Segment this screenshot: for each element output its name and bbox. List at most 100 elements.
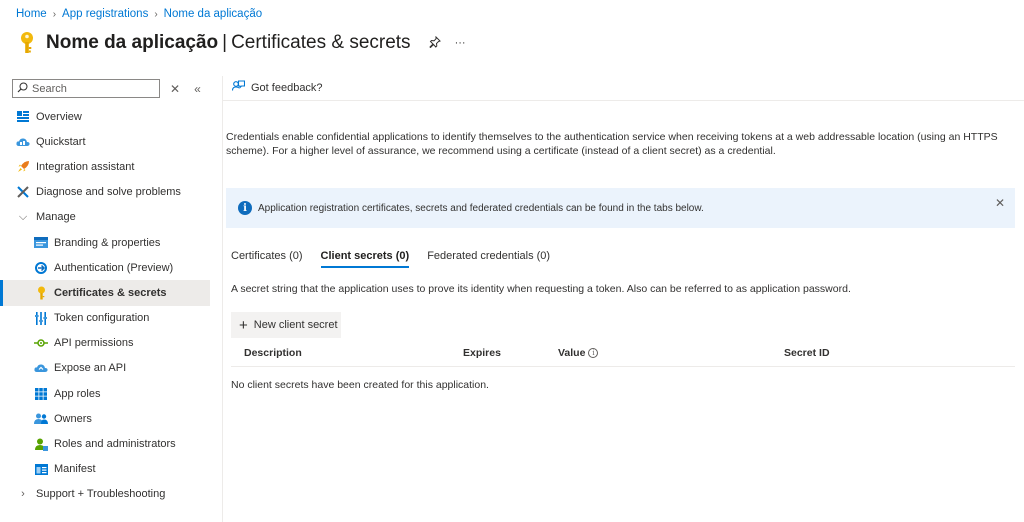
chevron-right-icon: › (52, 8, 57, 20)
sidebar-item-app-roles[interactable]: App roles (0, 381, 210, 406)
sidebar-item-label: Certificates & secrets (54, 286, 167, 299)
more-options-icon[interactable]: ··· (455, 37, 466, 49)
tab-client-secrets[interactable]: Client secrets (0) (320, 250, 410, 268)
info-banner: i Application registration certificates,… (226, 188, 1015, 228)
search-input[interactable] (32, 82, 152, 95)
cloud-icon (34, 361, 48, 375)
new-client-secret-button[interactable]: + New client secret (231, 312, 341, 338)
sidebar-item-api-permissions[interactable]: API permissions (0, 331, 210, 356)
sidebar-item-label: Roles and administrators (54, 438, 176, 451)
title-actions: ··· (428, 35, 466, 51)
breadcrumb-app-name[interactable]: Nome da aplicação (164, 8, 262, 20)
feedback-button[interactable]: Got feedback? (231, 80, 323, 96)
feedback-icon (231, 80, 246, 96)
sidebar-item-label: Diagnose and solve problems (36, 186, 181, 199)
sidebar-item-label: Integration assistant (36, 160, 135, 173)
info-icon[interactable]: i (588, 348, 599, 358)
sidebar-search-row: ✕ « (12, 79, 201, 98)
tab-certificates[interactable]: Certificates (0) (231, 250, 303, 268)
column-secret-id: Secret ID (784, 347, 830, 359)
sidebar-item-authentication[interactable]: Authentication (Preview) (0, 255, 210, 280)
sidebar-group-manage[interactable]: ⌵ Manage (0, 205, 210, 230)
column-label: Value (558, 347, 586, 359)
sidebar-item-label: Expose an API (54, 362, 127, 375)
key-icon (16, 30, 38, 56)
column-description: Description (244, 347, 302, 359)
overview-icon (16, 110, 30, 124)
manifest-icon (34, 462, 48, 476)
roles-icon (34, 437, 48, 451)
rocket-icon (16, 160, 30, 174)
wrench-icon (16, 185, 30, 199)
sidebar-group-support[interactable]: › Support + Troubleshooting (0, 482, 210, 507)
quickstart-icon (16, 135, 30, 149)
sidebar-divider (222, 76, 223, 522)
sidebar-item-label: App roles (54, 387, 101, 400)
api-permissions-icon (34, 336, 48, 350)
column-expires: Expires (463, 347, 501, 359)
title-separator: | (222, 32, 228, 53)
breadcrumb-home[interactable]: Home (16, 8, 47, 20)
sidebar-item-branding[interactable]: Branding & properties (0, 230, 210, 255)
column-value: Value i (558, 347, 599, 359)
page-subtitle: Certificates & secrets (231, 32, 411, 53)
command-bar: Got feedback? (222, 76, 1024, 101)
sidebar-item-label: Quickstart (36, 135, 86, 148)
sidebar-controls: ✕ « (170, 82, 201, 96)
sidebar-nav: Overview Quickstart Integration assistan… (0, 104, 210, 507)
credential-tabs: Certificates (0) Client secrets (0) Fede… (231, 250, 568, 268)
token-icon (34, 311, 48, 325)
collapse-sidebar-icon[interactable]: « (194, 82, 201, 96)
sidebar-item-label: Owners (54, 412, 92, 425)
pin-icon[interactable] (428, 35, 441, 51)
sidebar-item-label: API permissions (54, 337, 134, 350)
sidebar-item-label: Overview (36, 110, 82, 123)
sidebar-item-token-configuration[interactable]: Token configuration (0, 306, 210, 331)
tab-federated-credentials[interactable]: Federated credentials (0) (427, 250, 550, 268)
breadcrumb: Home › App registrations › Nome da aplic… (16, 8, 262, 20)
new-client-secret-label: New client secret (253, 319, 338, 331)
sidebar-item-label: Manifest (54, 463, 96, 476)
info-icon: i (238, 201, 252, 215)
main-content: Credentials enable confidential applicat… (226, 130, 1016, 158)
sidebar-item-manifest[interactable]: Manifest (0, 457, 210, 482)
app-roles-icon (34, 387, 48, 401)
sidebar-item-label: Authentication (Preview) (54, 261, 174, 274)
sidebar-item-owners[interactable]: Owners (0, 406, 210, 431)
sidebar-item-quickstart[interactable]: Quickstart (0, 129, 210, 154)
info-message: Application registration certificates, s… (258, 202, 704, 214)
authentication-icon (34, 261, 48, 275)
credentials-description: Credentials enable confidential applicat… (226, 131, 998, 157)
feedback-label: Got feedback? (251, 82, 323, 94)
key-icon (34, 286, 48, 300)
branding-icon (34, 236, 48, 250)
empty-table-message: No client secrets have been created for … (231, 379, 489, 391)
sidebar-item-expose-api[interactable]: Expose an API (0, 356, 210, 381)
column-label: Expires (463, 347, 501, 359)
search-box[interactable] (12, 79, 160, 98)
sidebar-item-label: Manage (36, 211, 76, 224)
plus-icon: + (239, 316, 248, 334)
breadcrumb-app-registrations[interactable]: App registrations (62, 8, 148, 20)
sidebar-item-label: Branding & properties (54, 236, 161, 249)
search-icon (17, 82, 28, 96)
sidebar-item-integration-assistant[interactable]: Integration assistant (0, 154, 210, 179)
column-label: Secret ID (784, 347, 830, 359)
chevron-right-icon: › (21, 488, 25, 501)
chevron-right-icon: › (154, 8, 158, 20)
secrets-table-header: Description Expires Value i Secret ID (231, 340, 1015, 367)
sidebar-item-roles-admins[interactable]: Roles and administrators (0, 431, 210, 456)
sidebar-item-label: Token configuration (54, 312, 150, 325)
column-label: Description (244, 347, 302, 359)
sidebar-item-diagnose[interactable]: Diagnose and solve problems (0, 180, 210, 205)
page-header: Nome da aplicação | Certificates & secre… (16, 30, 466, 56)
chevron-down-icon: ⌵ (18, 210, 28, 223)
page-title: Nome da aplicação (46, 32, 219, 53)
sidebar-item-label: Support + Troubleshooting (36, 488, 166, 501)
client-secret-description: A secret string that the application use… (231, 283, 851, 295)
sidebar-item-overview[interactable]: Overview (0, 104, 210, 129)
close-icon[interactable]: ✕ (995, 196, 1005, 210)
sidebar-item-certificates-secrets[interactable]: Certificates & secrets (0, 280, 210, 306)
owners-icon (34, 412, 48, 426)
clear-search-icon[interactable]: ✕ (170, 82, 180, 96)
